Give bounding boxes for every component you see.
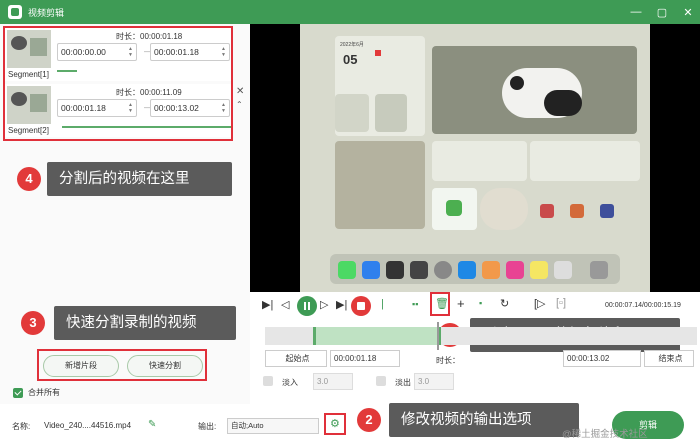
prev-frame-icon[interactable]: ◁ [281,298,289,311]
maximize-button[interactable]: ▢ [656,6,668,19]
mark-in-icon[interactable]: [▷ [534,297,546,310]
window-title: 视频剪辑 [28,7,65,18]
watermark: @稀土掘金技术社区 [562,429,648,440]
mark-out-icon[interactable]: [▫] [556,297,566,309]
close-button[interactable]: ✕ [682,6,694,19]
file-name: Video_240....44516.mp4 [44,421,132,430]
photo-widget [335,141,425,229]
app-widget [530,141,640,181]
segment-cut-icon[interactable]: ▪▪ [412,299,418,309]
gear-icon[interactable]: ⚙ [330,417,340,430]
fade-in-checkbox[interactable] [263,376,273,386]
merge-all-checkbox[interactable]: 合并所有 [13,387,60,398]
start-point-button[interactable]: 起始点 [265,350,327,367]
merge-all-label: 合并所有 [28,388,60,397]
check-icon [13,387,23,398]
callout-quick-split: 快速分割录制的视频 [54,306,236,340]
output-select[interactable]: 自动;Auto [227,418,319,434]
name-label: 名称: [12,422,31,431]
callout-number: 2 [357,408,381,432]
playback-timecode: 00:00:07.14/00:00:15.19 [605,302,681,309]
end-point-button[interactable]: 结束点 [644,350,694,367]
segment-collapse-icon[interactable]: ⌃ [236,100,243,109]
next-frame-icon[interactable]: ▷ [320,298,328,311]
pause-button[interactable] [297,296,317,316]
end-time-input[interactable]: 00:00:13.02 [563,350,641,367]
callout-number: 4 [17,167,41,191]
step-start-icon[interactable]: ▶| [262,298,273,311]
timeline-playhead[interactable] [437,322,439,350]
output-label: 输出: [198,422,217,431]
timeline-selection[interactable] [313,327,441,345]
trash-icon[interactable]: 🗑 [435,297,449,310]
duration-label: 时长： [436,356,460,365]
panda-image [432,46,637,134]
segment-highlight-box [3,26,233,141]
new-segment-button[interactable]: 新增片段 [43,355,119,377]
dock-bar [330,254,620,284]
fade-out-label: 淡出 [395,378,411,387]
copy-icon[interactable]: ▪ [479,298,482,308]
fade-in-input[interactable]: 3.0 [313,373,353,390]
preview-frame: 2022年6月 05 [300,24,650,292]
window-controls: — ▢ ✕ [630,0,694,24]
start-time-input[interactable]: 00:00:01.18 [330,350,400,367]
callout-segments: 分割后的视频在这里 [47,162,232,196]
callout-number: 3 [21,311,45,335]
fade-out-checkbox[interactable] [376,376,386,386]
add-icon[interactable]: + [457,296,465,311]
step-end-icon[interactable]: ▶| [336,298,347,311]
minimize-button[interactable]: — [630,6,642,18]
title-bar: 视频剪辑 — ▢ ✕ [0,0,700,24]
segment-close-icon[interactable]: ✕ [236,86,244,97]
quick-split-button[interactable]: 快速分割 [127,355,203,377]
notes-widget [432,141,527,181]
loop-icon[interactable]: ↻ [500,297,509,310]
app-icon [8,5,22,19]
fade-in-label: 淡入 [282,378,298,387]
fade-out-input[interactable]: 3.0 [414,373,454,390]
split-mark-icon[interactable]: | [381,298,384,310]
callout-output: 修改视频的输出选项 [389,403,579,437]
edit-name-icon[interactable]: ✎ [148,419,156,430]
record-stop-button[interactable] [351,296,371,316]
